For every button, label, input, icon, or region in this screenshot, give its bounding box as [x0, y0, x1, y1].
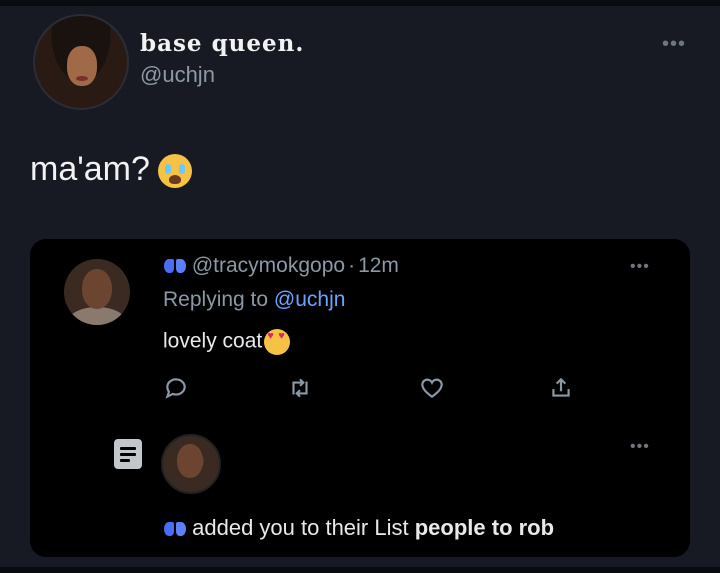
reply-time[interactable]: 12m — [358, 254, 399, 277]
quoted-card[interactable]: @tracymokgopo · 12m ••• Replying to @uchjn… — [30, 239, 690, 557]
reply-author-avatar[interactable] — [64, 259, 130, 325]
reply-text-content: lovely coat — [163, 329, 263, 353]
loudly-crying-face-icon — [157, 154, 192, 189]
tweet-text-content: ma'am? — [30, 150, 150, 188]
meta-separator: · — [348, 254, 356, 277]
butterfly-icon — [164, 520, 186, 538]
author-display-name[interactable]: base queen. — [140, 30, 304, 57]
author-handle[interactable]: @uchjn — [140, 62, 215, 88]
retweet-icon[interactable] — [287, 375, 313, 401]
notification-text: added you to their List people to rob — [164, 515, 554, 541]
tweet-text: ma'am? — [30, 150, 192, 189]
butterfly-icon — [164, 257, 186, 275]
list-name[interactable]: people to rob — [415, 515, 554, 540]
share-icon[interactable] — [548, 375, 574, 401]
reply-meta: @tracymokgopo · 12m — [164, 254, 399, 278]
reply-icon[interactable] — [163, 375, 189, 401]
replying-to-line: Replying to @uchjn — [163, 288, 345, 312]
like-icon[interactable] — [419, 375, 445, 401]
list-icon — [114, 439, 142, 469]
reply-text: lovely coat — [163, 329, 291, 355]
reply-handle[interactable]: @tracymokgopo — [192, 254, 345, 277]
more-options-icon[interactable]: ••• — [662, 34, 686, 54]
notification-avatar[interactable] — [161, 434, 221, 494]
replying-mention[interactable]: @uchjn — [274, 288, 346, 311]
heart-eyes-face-icon — [264, 329, 291, 355]
notification-prefix: added you to their List — [192, 515, 409, 540]
author-avatar[interactable] — [33, 14, 129, 110]
notification-more-options-icon[interactable]: ••• — [630, 439, 650, 455]
replying-prefix: Replying to — [163, 288, 269, 311]
reply-more-options-icon[interactable]: ••• — [630, 259, 650, 275]
